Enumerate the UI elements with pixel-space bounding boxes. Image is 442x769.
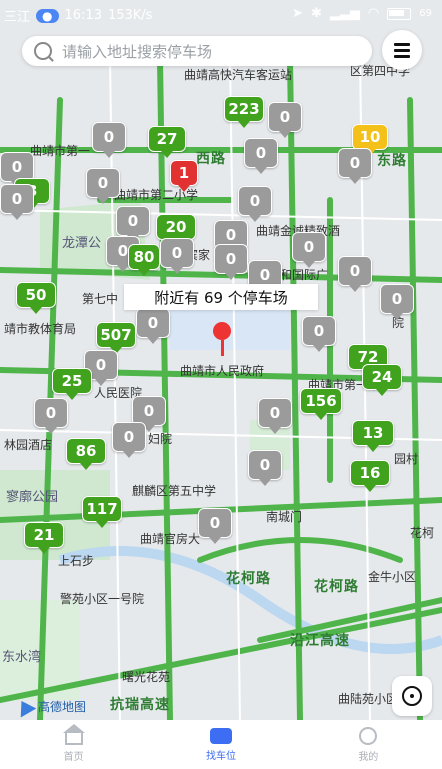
parking-marker[interactable]: 0 [198, 508, 232, 544]
map-label: 园村 [394, 452, 419, 466]
list-menu-button[interactable] [382, 30, 422, 70]
bluetooth-icon: ✱ [311, 6, 322, 21]
parking-marker[interactable]: 0 [214, 244, 248, 280]
location-pill-icon: ● [36, 8, 59, 23]
parking-marker[interactable]: 0 [244, 138, 278, 174]
nav-item-home[interactable]: 首页 [24, 723, 124, 763]
map-label: 林园酒店 [4, 438, 53, 452]
search-bar[interactable]: 请输入地址搜索停车场 [22, 36, 372, 66]
signal-icon: ▂▃▅ [329, 6, 360, 21]
parking-marker[interactable]: 507 [96, 322, 136, 354]
search-placeholder: 请输入地址搜索停车场 [62, 42, 213, 61]
parking-marker[interactable]: 0 [380, 284, 414, 320]
bottom-nav: 首页 找车位 我的 [0, 720, 442, 769]
parking-marker[interactable]: 80 [128, 244, 160, 276]
wifi-icon: ◠ [367, 6, 380, 21]
map-label: 第七中 [82, 292, 119, 306]
parking-marker[interactable]: 0 [34, 398, 68, 434]
carrier-label: 三江 [4, 10, 31, 25]
parking-marker[interactable]: 0 [92, 122, 126, 158]
nav-label: 首页 [63, 751, 84, 763]
navigation-arrow-icon [13, 695, 37, 718]
map-label: 曲靖市人民政府 [180, 364, 265, 378]
map-label: 妇院 [148, 432, 173, 446]
status-speed: 153K/s [107, 8, 153, 23]
status-bar: 三江 ● 16:13 153K/s ➤ ✱ ▂▃▅ ◠ 69 [0, 0, 442, 28]
map-label: 沿江高速 [290, 633, 350, 649]
map-label: 曲靖市第一 [30, 144, 91, 158]
search-icon [34, 42, 52, 60]
map-view[interactable]: 曲靖高快汽车客运站 区第四中学 曲靖市第一 西路 东路 曲靖市第二小学 曲靖金诚精致酒 龙潭公… [0, 0, 442, 720]
screen: 曲靖高快汽车客运站 区第四中学 曲靖市第一 西路 东路 曲靖市第二小学 曲靖金诚精致酒 龙潭公… [0, 0, 442, 769]
map-label: 警苑小区一号院 [60, 592, 145, 606]
menu-icon [394, 42, 410, 58]
nav-item-find-parking[interactable]: 找车位 [171, 727, 271, 762]
parking-marker[interactable]: 27 [148, 126, 186, 158]
map-label: 东路 [377, 153, 407, 169]
map-label: 金牛小区 [368, 570, 417, 584]
user-icon [359, 726, 378, 745]
parking-marker[interactable]: 0 [86, 168, 120, 204]
parking-marker[interactable]: 0 [136, 308, 170, 344]
location-arrow-icon: ➤ [292, 6, 304, 21]
parking-marker[interactable]: 0 [0, 184, 34, 220]
battery-level: 69 [419, 8, 432, 19]
map-label: 南城门 [266, 510, 303, 524]
map-label: 龙潭公 [62, 236, 102, 251]
map-label: 花柯 [410, 526, 435, 540]
parking-marker[interactable]: 0 [112, 422, 146, 458]
parking-marker[interactable]: 86 [66, 438, 106, 470]
amap-logo-text: 高德地图 [38, 700, 87, 714]
map-label: 麒麟区第五中学 [132, 484, 217, 498]
parking-marker[interactable]: 25 [52, 368, 92, 400]
map-label: 花柯路 [226, 571, 271, 587]
map-label: 花柯路 [314, 579, 359, 595]
battery-icon [387, 7, 412, 20]
parking-marker[interactable]: 0 [292, 232, 326, 268]
amap-logo: 高德地图 [13, 695, 87, 718]
map-label: 上石步 [58, 554, 95, 568]
parking-marker[interactable]: 0 [160, 238, 194, 274]
parking-marker[interactable]: 0 [338, 256, 372, 292]
map-label: 曙光花苑 [122, 670, 171, 684]
map-label: 靖市教体育局 [4, 322, 77, 336]
parking-marker[interactable]: 0 [258, 398, 292, 434]
parking-icon [209, 727, 232, 744]
parking-marker[interactable]: 24 [362, 364, 402, 396]
map-label: 东水湾 [2, 650, 42, 665]
parking-marker[interactable]: 223 [224, 96, 264, 128]
nav-label: 找车位 [205, 750, 236, 762]
parking-marker[interactable]: 0 [268, 102, 302, 138]
center-pin-icon [212, 322, 232, 358]
parking-marker[interactable]: 0 [302, 316, 336, 352]
map-label: 和国际广 [280, 268, 329, 282]
parking-marker[interactable]: 16 [350, 460, 390, 492]
parking-marker[interactable]: 0 [248, 450, 282, 486]
nearby-count-banner: 附近有 69 个停车场 [124, 284, 318, 310]
locate-button[interactable] [392, 676, 432, 716]
map-label: 寥廓公园 [6, 490, 59, 505]
parking-marker[interactable]: 20 [156, 214, 196, 246]
map-label: 西路 [196, 151, 226, 167]
nav-item-profile[interactable]: 我的 [318, 726, 418, 763]
parking-marker[interactable]: 156 [300, 388, 342, 420]
home-icon [62, 723, 85, 745]
parking-marker[interactable]: 117 [82, 496, 122, 528]
parking-marker[interactable]: 10 [352, 124, 388, 156]
map-label: 曲靖官房大 [140, 532, 201, 546]
parking-marker[interactable]: 13 [352, 420, 394, 452]
map-label: 曲靖高快汽车客运站 [184, 68, 293, 82]
parking-marker[interactable]: 0 [238, 186, 272, 222]
status-time: 16:13 [64, 8, 102, 23]
nav-label: 我的 [358, 751, 379, 763]
crosshair-icon [402, 686, 422, 706]
map-label: 曲陆苑小区 [338, 692, 399, 706]
parking-marker[interactable]: 0 [338, 148, 372, 184]
parking-marker[interactable]: 21 [24, 522, 64, 554]
map-label: 抗瑞高速 [110, 697, 170, 713]
parking-marker[interactable]: 0 [116, 206, 150, 242]
parking-marker[interactable]: 50 [16, 282, 56, 314]
parking-marker[interactable]: 1 [170, 160, 198, 192]
